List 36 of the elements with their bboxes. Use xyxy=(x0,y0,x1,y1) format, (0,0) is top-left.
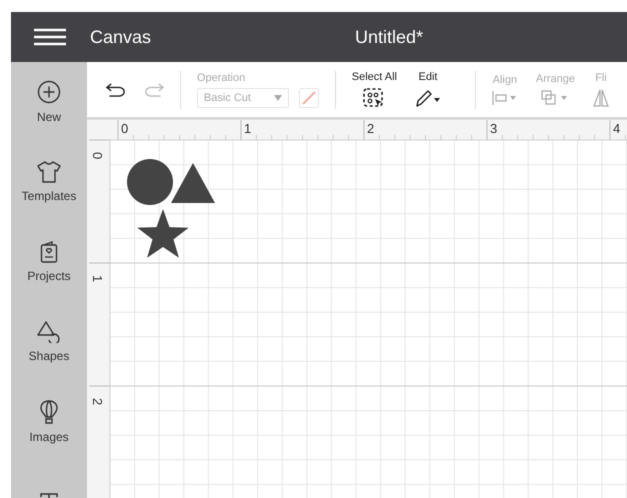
app-title: Canvas xyxy=(90,26,152,48)
toolbar-tool-button[interactable]: Select All xyxy=(352,71,397,108)
arrange-icon xyxy=(541,90,570,106)
ruler-label: 2 xyxy=(90,398,105,406)
plus-circle-icon[interactable] xyxy=(37,80,61,104)
undo-icon[interactable] xyxy=(106,82,126,98)
card-icon[interactable] xyxy=(40,241,58,263)
balloon-icon[interactable] xyxy=(39,400,59,424)
document-title: Untitled* xyxy=(355,26,424,48)
ruler-label: 1 xyxy=(90,275,105,282)
ruler-label: 4 xyxy=(613,121,620,136)
ruler-label: 0 xyxy=(121,121,128,136)
operation-label: Operation xyxy=(196,72,246,84)
triangle-shape[interactable] xyxy=(171,163,215,203)
sidebar-item-label[interactable]: Images xyxy=(29,430,69,444)
ruler-label: 3 xyxy=(490,121,498,136)
pencil-icon xyxy=(415,88,441,108)
caret-icon xyxy=(274,94,282,100)
sidebar-item-label[interactable]: New xyxy=(36,110,61,124)
sidebar-item-label[interactable]: Shapes xyxy=(28,349,70,363)
ruler-label: 0 xyxy=(90,152,105,160)
canvas-grid[interactable]: 0 1 2 3 4 0 1 2 xyxy=(87,118,627,498)
shirt-icon[interactable] xyxy=(37,161,61,183)
ruler-label: 1 xyxy=(244,121,252,136)
align-icon xyxy=(492,91,518,105)
select-all-icon xyxy=(363,88,386,108)
ruler-label: 2 xyxy=(367,121,374,136)
sidebar-item-label[interactable]: Templates xyxy=(22,189,76,203)
toolbar-tool-button[interactable]: Edit xyxy=(415,71,441,108)
flip-icon xyxy=(593,89,609,107)
sidebar-item-label[interactable]: Projects xyxy=(27,269,71,283)
shapes-icon[interactable] xyxy=(37,321,61,343)
circle-shape[interactable] xyxy=(127,159,173,205)
star-shape[interactable] xyxy=(137,209,189,258)
no-color-swatch-icon[interactable] xyxy=(298,88,319,108)
menu-icon[interactable] xyxy=(33,28,67,46)
